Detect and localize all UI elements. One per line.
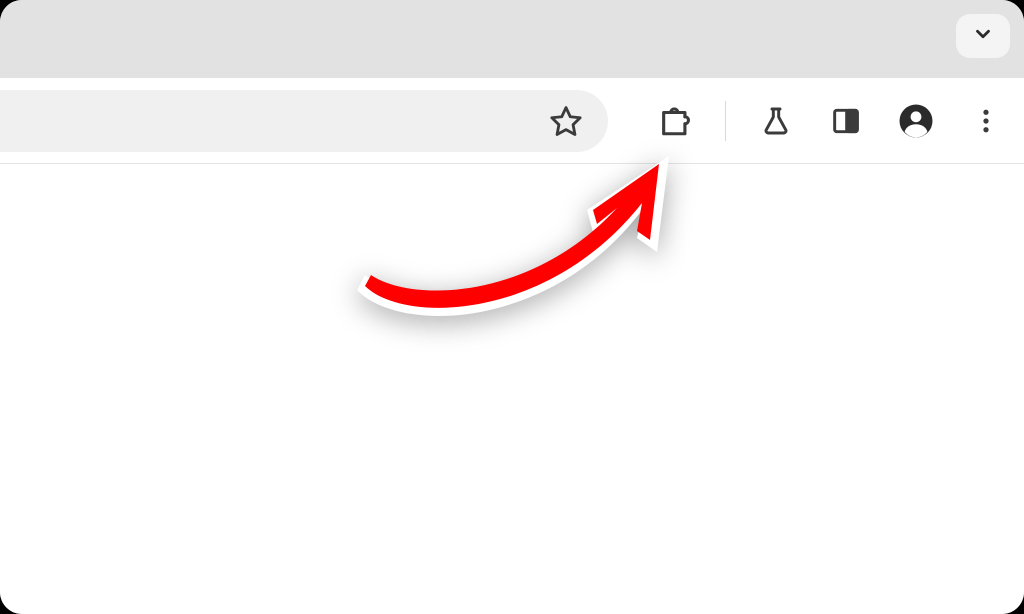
bookmark-star-icon[interactable] [546, 101, 586, 141]
address-bar[interactable] [0, 90, 608, 152]
kebab-menu-icon[interactable] [966, 101, 1006, 141]
toolbar-separator [725, 101, 726, 141]
page-content [0, 164, 1024, 614]
tabs-dropdown-button[interactable] [956, 14, 1010, 58]
tab-strip [0, 0, 1024, 78]
toolbar-actions [608, 101, 1006, 141]
extensions-icon[interactable] [655, 101, 695, 141]
labs-flask-icon[interactable] [756, 101, 796, 141]
profile-avatar-icon[interactable] [896, 101, 936, 141]
toolbar [0, 78, 1024, 164]
chevron-down-icon [972, 23, 994, 49]
browser-window [0, 0, 1024, 614]
side-panel-icon[interactable] [826, 101, 866, 141]
